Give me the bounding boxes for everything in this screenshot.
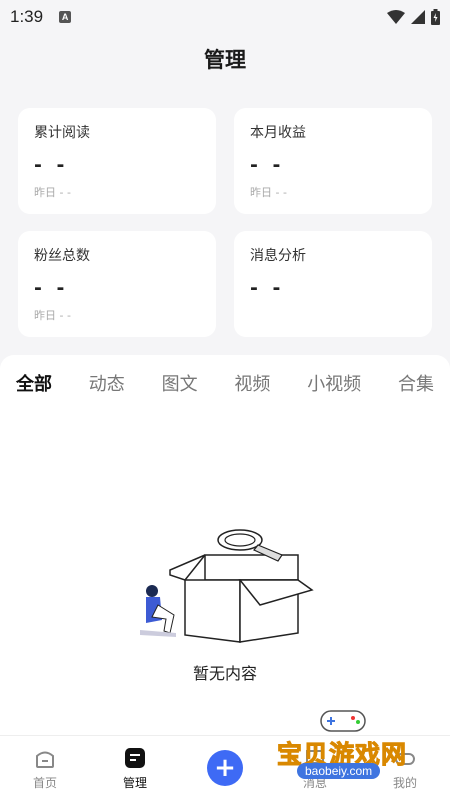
battery-icon [431,9,440,25]
stat-value: - - [34,277,69,299]
nav-profile-label: 我的 [392,775,417,790]
stat-card-message-analysis[interactable]: 消息分析 - - [234,231,432,337]
nav-add[interactable]: + [190,750,260,786]
tab-short-video[interactable]: 小视频 [307,370,361,396]
status-bar: 1:39 A [0,0,450,34]
empty-text: 暂无内容 [192,664,257,683]
content-panel: 全部 动态 图文 视频 小视频 合集 暂无内容 [0,355,450,735]
tab-collection[interactable]: 合集 [398,370,434,396]
tab-dynamic[interactable]: 动态 [89,370,125,396]
stat-value: - - [250,154,285,176]
stat-yesterday: 昨日 - - [34,309,71,322]
stat-label: 本月收益 [250,125,306,141]
content-tabs: 全部 动态 图文 视频 小视频 合集 [0,355,450,411]
message-icon [306,749,324,769]
nav-message-label: 消息 [302,775,327,790]
wifi-icon [387,10,405,24]
stat-yesterday: 昨日 - - [250,186,287,199]
nav-home-label: 首页 [32,775,57,790]
notification-a-icon: A [59,11,72,23]
profile-icon [395,752,415,765]
stat-label: 粉丝总数 [34,248,90,264]
stat-yesterday: 昨日 - - [34,186,71,199]
stat-card-monthly-income[interactable]: 本月收益 - - 昨日 - - [234,108,432,214]
tab-article[interactable]: 图文 [162,370,198,396]
manage-icon [125,747,145,768]
stat-card-total-reads[interactable]: 累计阅读 - - 昨日 - - [18,108,216,214]
stat-card-total-fans[interactable]: 粉丝总数 - - 昨日 - - [18,231,216,337]
stat-label: 消息分析 [250,248,306,264]
status-icons [387,9,440,25]
nav-home[interactable]: 首页 [10,746,80,791]
home-icon [36,751,54,768]
signal-icon [411,10,425,24]
nav-manage-label: 管理 [122,775,147,790]
page-title: 管理 [204,48,246,72]
tab-video[interactable]: 视频 [234,370,270,396]
bottom-nav: 首页 管理 + 消息 我的 [0,735,450,800]
stat-value: - - [34,154,69,176]
stat-value: - - [250,277,285,299]
stat-label: 累计阅读 [34,125,90,141]
empty-box-illustration [140,529,314,643]
nav-manage[interactable]: 管理 [100,746,170,791]
tab-all[interactable]: 全部 [16,370,52,396]
nav-profile[interactable]: 我的 [370,746,440,791]
nav-message[interactable]: 消息 [280,746,350,791]
add-icon[interactable]: + [207,750,243,786]
status-time: 1:39 [10,7,44,26]
